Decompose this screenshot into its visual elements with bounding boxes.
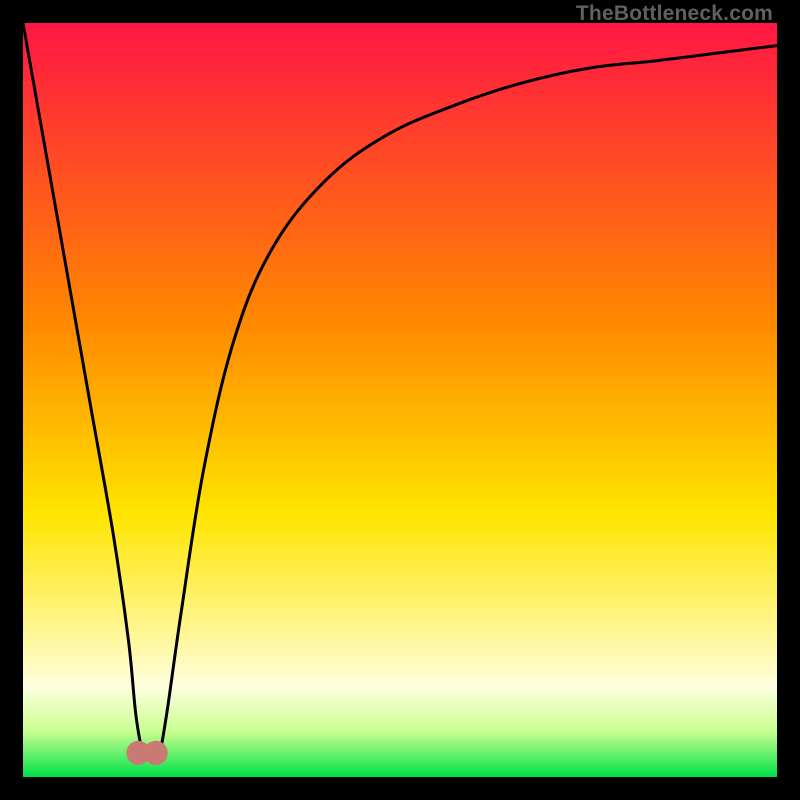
chart-frame xyxy=(23,23,777,777)
chart-svg xyxy=(23,23,777,777)
bottleneck-curve xyxy=(23,23,777,757)
optimal-range-right-dot xyxy=(144,741,168,765)
watermark: TheBottleneck.com xyxy=(576,2,773,26)
